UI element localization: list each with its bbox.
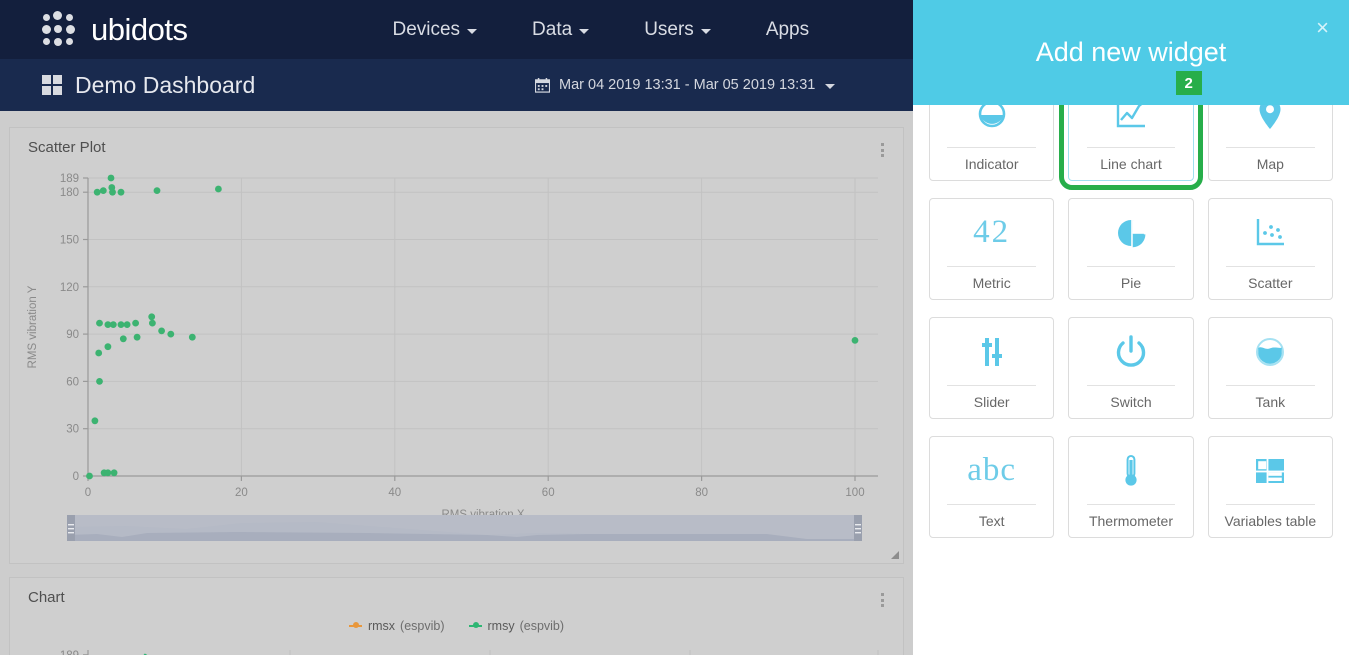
chevron-down-icon xyxy=(579,28,590,34)
widget-card-pie[interactable]: Pie xyxy=(1068,198,1194,300)
scatter-plot-canvas: 0 30 60 90 120 150 180 189 0 20 40 60 80 100 RMS vibra… xyxy=(10,156,905,526)
widget-card-badge: 2 xyxy=(1175,71,1202,95)
widget-card-tank[interactable]: Tank xyxy=(1207,317,1333,419)
legend-item-rmsy[interactable]: rmsy (espvib) xyxy=(468,619,565,633)
widget-card-text[interactable]: abc Text xyxy=(929,436,1055,538)
nav-link-apps[interactable]: Apps xyxy=(766,19,809,41)
svg-text:180: 180 xyxy=(60,187,79,199)
dashboard-app-area: ubidots Devices Data Users Apps Demo Das… xyxy=(0,0,913,655)
grid-icon xyxy=(42,74,63,96)
widget-card-label: Scatter xyxy=(1248,275,1293,291)
scatter-svg: 0 30 60 90 120 150 180 189 0 20 40 60 80 100 RMS vibra… xyxy=(27,173,878,521)
dashboard-bar: Demo Dashboard Mar 04 2019 13:31 - Mar 0… xyxy=(0,59,913,111)
widget-card-label: Variables table xyxy=(1224,513,1317,529)
chevron-down-icon xyxy=(700,28,711,34)
nav-link-devices-label: Devices xyxy=(392,18,461,40)
text-icon: abc xyxy=(930,437,1053,504)
widget-card-label: Text xyxy=(978,513,1005,529)
widget-card-label: Line chart xyxy=(1100,156,1162,172)
svg-text:40: 40 xyxy=(388,487,401,499)
legend-device-rmsy: (espvib) xyxy=(519,619,565,633)
nav-links: Devices Data Users Apps xyxy=(392,19,809,41)
brand-name: ubidots xyxy=(91,11,188,47)
widget-card-label: Tank xyxy=(1255,394,1286,410)
legend-device-rmsx: (espvib) xyxy=(400,619,445,633)
thermometer-icon xyxy=(1069,437,1192,504)
widget-card-label: Map xyxy=(1256,156,1284,172)
nav-link-data[interactable]: Data xyxy=(532,18,590,41)
widget-card-label: Pie xyxy=(1120,275,1142,291)
widget-card-label: Indicator xyxy=(964,156,1019,172)
widget-card-label: Metric xyxy=(972,275,1011,291)
svg-text:189: 189 xyxy=(60,650,79,655)
legend-name-rmsy: rmsy xyxy=(487,619,515,633)
widget-card-label: Switch xyxy=(1110,394,1152,410)
widget-card-switch[interactable]: Switch xyxy=(1068,317,1194,419)
panel-title: Add new widget xyxy=(1035,37,1227,67)
svg-text:120: 120 xyxy=(60,282,79,294)
widget-card-variables-table[interactable]: Variables table xyxy=(1207,436,1333,538)
nav-link-devices[interactable]: Devices xyxy=(392,18,478,41)
chevron-down-icon xyxy=(467,28,478,34)
svg-text:20: 20 xyxy=(235,487,248,499)
legend-item-rmsx[interactable]: rmsx (espvib) xyxy=(348,619,445,633)
chart-range-navigator[interactable] xyxy=(67,513,862,545)
widget-line-chart[interactable]: Chart rmsx (espvib) rmsy (espvib) 180189 xyxy=(9,577,904,655)
widget-card-label: Thermometer xyxy=(1088,513,1173,529)
svg-text:60: 60 xyxy=(542,487,555,499)
kebab-menu-icon[interactable] xyxy=(875,591,889,609)
nav-link-apps-label: Apps xyxy=(765,18,810,40)
text-icon-glyph: abc xyxy=(967,452,1017,488)
legend-name-rmsx: rmsx xyxy=(367,619,396,633)
date-range-value: Mar 04 2019 13:31 - Mar 05 2019 13:31 xyxy=(559,77,816,93)
svg-text:80: 80 xyxy=(695,487,708,499)
nav-link-users[interactable]: Users xyxy=(644,19,711,41)
widget-card-scatter[interactable]: Scatter xyxy=(1207,198,1333,300)
svg-text:30: 30 xyxy=(66,424,79,436)
svg-text:189: 189 xyxy=(60,173,79,185)
metric-icon-glyph: 42 xyxy=(973,214,1011,250)
slider-icon xyxy=(930,318,1053,385)
close-icon[interactable]: × xyxy=(1316,17,1329,39)
add-widget-panel: GaugeHistogram</>HTML canvasIndicator2Li… xyxy=(913,0,1349,655)
screen: ubidots Devices Data Users Apps Demo Das… xyxy=(0,0,1349,655)
pie-icon xyxy=(1069,199,1192,266)
widget-card-metric[interactable]: 42 Metric xyxy=(929,198,1055,300)
widget-card-slider[interactable]: Slider xyxy=(929,317,1055,419)
legend-marker-icon xyxy=(468,620,482,633)
brand-logo[interactable]: ubidots xyxy=(42,10,188,49)
scatter-icon xyxy=(1209,199,1332,266)
widget-scatter-title: Scatter Plot xyxy=(28,139,106,156)
chart-legend: rmsx (espvib) rmsy (espvib) xyxy=(10,619,903,633)
tank-icon xyxy=(1209,318,1332,385)
switch-power-icon xyxy=(1069,318,1192,385)
date-range-picker[interactable]: Mar 04 2019 13:31 - Mar 05 2019 13:31 xyxy=(535,77,836,93)
calendar-icon xyxy=(535,77,550,93)
svg-text:60: 60 xyxy=(66,376,79,388)
widget-scatter-plot[interactable]: Scatter Plot 0 30 60 90 120 150 180 189 0 20 40 60 8… xyxy=(9,127,904,564)
widget-chart-title: Chart xyxy=(28,589,65,606)
dashboard-title-group[interactable]: Demo Dashboard xyxy=(42,72,255,99)
svg-text:90: 90 xyxy=(66,329,79,341)
ubidots-dots-logo-icon xyxy=(42,10,80,49)
svg-text:0: 0 xyxy=(85,487,91,499)
chevron-down-icon xyxy=(825,84,836,89)
widget-card-label: Slider xyxy=(973,394,1010,410)
variables-table-icon xyxy=(1209,437,1332,504)
svg-text:100: 100 xyxy=(845,487,864,499)
top-navbar: ubidots Devices Data Users Apps xyxy=(0,0,913,59)
page-title: Demo Dashboard xyxy=(75,71,256,98)
line-chart-svg: 180189 xyxy=(60,650,879,655)
widget-card-thermometer[interactable]: Thermometer xyxy=(1068,436,1194,538)
metric-icon: 42 xyxy=(930,199,1053,266)
nav-link-users-label: Users xyxy=(644,18,694,40)
svg-text:0: 0 xyxy=(73,471,79,483)
nav-link-data-label: Data xyxy=(532,18,573,40)
legend-marker-icon xyxy=(348,620,362,633)
panel-header: Add new widget × xyxy=(913,0,1349,105)
svg-text:RMS vibration Y: RMS vibration Y xyxy=(27,285,39,368)
resize-handle-icon[interactable] xyxy=(888,548,900,560)
svg-text:150: 150 xyxy=(60,235,79,247)
